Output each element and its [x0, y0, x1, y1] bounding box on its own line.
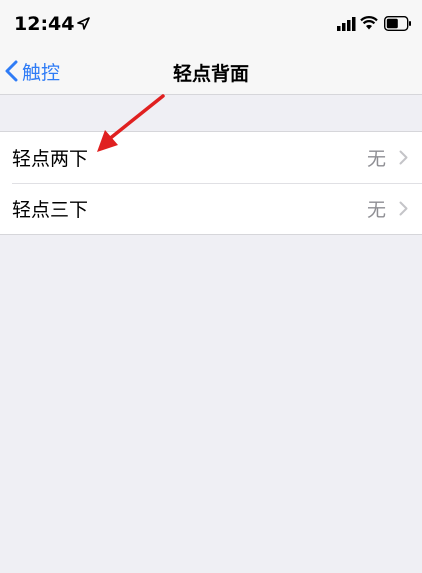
status-time: 12:44	[14, 13, 75, 35]
chevron-right-icon	[399, 150, 408, 165]
page-title: 轻点背面	[172, 63, 249, 85]
list-item-triple-tap[interactable]: 轻点三下 无	[0, 183, 422, 234]
list-item-double-tap[interactable]: 轻点两下 无	[0, 132, 422, 183]
chevron-right-icon	[399, 201, 408, 216]
list-item-label: 轻点两下	[12, 148, 89, 170]
battery-icon	[384, 16, 411, 31]
status-bar: 12:44	[0, 0, 422, 48]
list-item-value: 无	[366, 199, 386, 221]
cellular-signal-icon	[337, 17, 356, 31]
settings-list: 轻点两下 无 轻点三下 无	[0, 131, 422, 235]
navigation-bar: 触控 轻点背面	[0, 48, 422, 95]
wifi-icon	[360, 16, 378, 30]
list-item-value: 无	[366, 148, 386, 170]
location-arrow-icon	[77, 17, 90, 30]
list-item-label: 轻点三下	[12, 199, 89, 221]
